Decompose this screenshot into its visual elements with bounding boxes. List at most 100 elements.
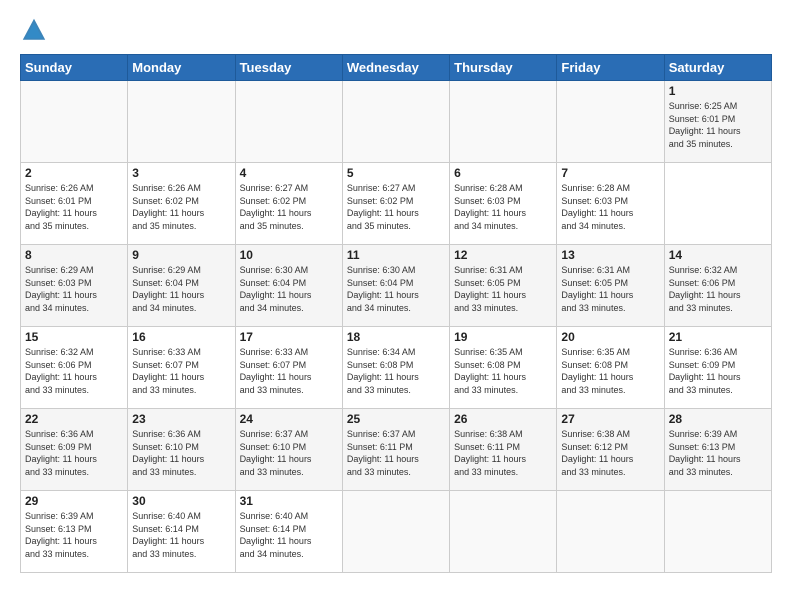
day-number: 14 [669, 248, 767, 262]
table-row [557, 491, 664, 573]
day-number: 2 [25, 166, 123, 180]
day-info: Sunrise: 6:37 AM Sunset: 6:10 PM Dayligh… [240, 428, 338, 478]
calendar-week-row: 8Sunrise: 6:29 AM Sunset: 6:03 PM Daylig… [21, 245, 772, 327]
table-row: 10 Sunrise: 6:30 AM Sunset: 6:04 PM Dayli… [235, 245, 342, 327]
day-info: Sunrise: 6:26 AM Sunset: 6:01 PM Dayligh… [25, 182, 123, 232]
day-info: Sunrise: 6:31 AM Sunset: 6:05 PM Dayligh… [454, 264, 552, 314]
table-row: 6Sunrise: 6:28 AM Sunset: 6:03 PM Daylig… [450, 163, 557, 245]
day-info: Sunrise: 6:36 AM Sunset: 6:10 PM Dayligh… [132, 428, 230, 478]
day-number: 15 [25, 330, 123, 344]
table-row: 1 Sunrise: 6:25 AM Sunset: 6:01 PM Daylig… [664, 81, 771, 163]
table-row: 25 Sunrise: 6:37 AM Sunset: 6:11 PM Dayli… [342, 409, 449, 491]
table-row: 31 Sunrise: 6:40 AM Sunset: 6:14 PM Dayli… [235, 491, 342, 573]
day-info: Sunrise: 6:40 AM Sunset: 6:14 PM Dayligh… [240, 510, 338, 560]
table-row: 14 Sunrise: 6:32 AM Sunset: 6:06 PM Dayli… [664, 245, 771, 327]
table-row [235, 81, 342, 163]
day-number: 4 [240, 166, 338, 180]
day-info: Sunrise: 6:25 AM Sunset: 6:01 PM Dayligh… [669, 100, 767, 150]
day-number: 7 [561, 166, 659, 180]
day-info: Sunrise: 6:38 AM Sunset: 6:11 PM Dayligh… [454, 428, 552, 478]
day-info: Sunrise: 6:39 AM Sunset: 6:13 PM Dayligh… [25, 510, 123, 560]
day-info: Sunrise: 6:40 AM Sunset: 6:14 PM Dayligh… [132, 510, 230, 560]
logo [20, 16, 52, 44]
day-info: Sunrise: 6:32 AM Sunset: 6:06 PM Dayligh… [669, 264, 767, 314]
table-row: 16 Sunrise: 6:33 AM Sunset: 6:07 PM Dayli… [128, 327, 235, 409]
table-row [450, 491, 557, 573]
col-monday: Monday [128, 55, 235, 81]
day-number: 19 [454, 330, 552, 344]
table-row: 2 Sunrise: 6:26 AM Sunset: 6:01 PM Daylig… [21, 163, 128, 245]
day-number: 20 [561, 330, 659, 344]
calendar-week-row: 15Sunrise: 6:32 AM Sunset: 6:06 PM Dayli… [21, 327, 772, 409]
table-row: 28 Sunrise: 6:39 AM Sunset: 6:13 PM Dayli… [664, 409, 771, 491]
day-number: 25 [347, 412, 445, 426]
calendar-week-row: 29 Sunrise: 6:39 AM Sunset: 6:13 PM Dayli… [21, 491, 772, 573]
table-row: 7 Sunrise: 6:28 AM Sunset: 6:03 PM Daylig… [557, 163, 664, 245]
col-thursday: Thursday [450, 55, 557, 81]
day-number: 16 [132, 330, 230, 344]
day-info: Sunrise: 6:39 AM Sunset: 6:13 PM Dayligh… [669, 428, 767, 478]
day-number: 5 [347, 166, 445, 180]
day-number: 17 [240, 330, 338, 344]
table-row [664, 491, 771, 573]
day-number: 18 [347, 330, 445, 344]
table-row: 24Sunrise: 6:37 AM Sunset: 6:10 PM Dayli… [235, 409, 342, 491]
day-number: 22 [25, 412, 123, 426]
col-tuesday: Tuesday [235, 55, 342, 81]
table-row: 19 Sunrise: 6:35 AM Sunset: 6:08 PM Dayli… [450, 327, 557, 409]
calendar: Sunday Monday Tuesday Wednesday Thursday… [20, 54, 772, 573]
day-number: 13 [561, 248, 659, 262]
table-row: 26 Sunrise: 6:38 AM Sunset: 6:11 PM Dayli… [450, 409, 557, 491]
day-info: Sunrise: 6:30 AM Sunset: 6:04 PM Dayligh… [347, 264, 445, 314]
day-info: Sunrise: 6:36 AM Sunset: 6:09 PM Dayligh… [25, 428, 123, 478]
calendar-week-row: 2 Sunrise: 6:26 AM Sunset: 6:01 PM Daylig… [21, 163, 772, 245]
day-info: Sunrise: 6:33 AM Sunset: 6:07 PM Dayligh… [132, 346, 230, 396]
day-info: Sunrise: 6:26 AM Sunset: 6:02 PM Dayligh… [132, 182, 230, 232]
col-saturday: Saturday [664, 55, 771, 81]
table-row: 27Sunrise: 6:38 AM Sunset: 6:12 PM Dayli… [557, 409, 664, 491]
calendar-week-row: 1 Sunrise: 6:25 AM Sunset: 6:01 PM Daylig… [21, 81, 772, 163]
table-row [21, 81, 128, 163]
day-info: Sunrise: 6:35 AM Sunset: 6:08 PM Dayligh… [454, 346, 552, 396]
table-row [342, 491, 449, 573]
table-row: 8Sunrise: 6:29 AM Sunset: 6:03 PM Daylig… [21, 245, 128, 327]
day-number: 6 [454, 166, 552, 180]
table-row: 15Sunrise: 6:32 AM Sunset: 6:06 PM Dayli… [21, 327, 128, 409]
table-row: 20 Sunrise: 6:35 AM Sunset: 6:08 PM Dayli… [557, 327, 664, 409]
table-row: 21Sunrise: 6:36 AM Sunset: 6:09 PM Dayli… [664, 327, 771, 409]
day-number: 11 [347, 248, 445, 262]
day-number: 29 [25, 494, 123, 508]
day-number: 23 [132, 412, 230, 426]
page: Sunday Monday Tuesday Wednesday Thursday… [0, 0, 792, 583]
table-row [557, 81, 664, 163]
table-row: 22 Sunrise: 6:36 AM Sunset: 6:09 PM Dayli… [21, 409, 128, 491]
table-row: 17 Sunrise: 6:33 AM Sunset: 6:07 PM Dayli… [235, 327, 342, 409]
calendar-header-row: Sunday Monday Tuesday Wednesday Thursday… [21, 55, 772, 81]
table-row: 23 Sunrise: 6:36 AM Sunset: 6:10 PM Dayli… [128, 409, 235, 491]
day-info: Sunrise: 6:34 AM Sunset: 6:08 PM Dayligh… [347, 346, 445, 396]
table-row [450, 81, 557, 163]
day-number: 28 [669, 412, 767, 426]
table-row: 3Sunrise: 6:26 AM Sunset: 6:02 PM Daylig… [128, 163, 235, 245]
day-number: 1 [669, 84, 767, 98]
day-info: Sunrise: 6:27 AM Sunset: 6:02 PM Dayligh… [240, 182, 338, 232]
day-number: 27 [561, 412, 659, 426]
table-row: 9Sunrise: 6:29 AM Sunset: 6:04 PM Daylig… [128, 245, 235, 327]
day-info: Sunrise: 6:36 AM Sunset: 6:09 PM Dayligh… [669, 346, 767, 396]
day-number: 10 [240, 248, 338, 262]
day-number: 31 [240, 494, 338, 508]
table-row [128, 81, 235, 163]
day-info: Sunrise: 6:33 AM Sunset: 6:07 PM Dayligh… [240, 346, 338, 396]
day-info: Sunrise: 6:30 AM Sunset: 6:04 PM Dayligh… [240, 264, 338, 314]
table-row: 13Sunrise: 6:31 AM Sunset: 6:05 PM Dayli… [557, 245, 664, 327]
header [20, 16, 772, 44]
day-info: Sunrise: 6:28 AM Sunset: 6:03 PM Dayligh… [561, 182, 659, 232]
day-info: Sunrise: 6:29 AM Sunset: 6:03 PM Dayligh… [25, 264, 123, 314]
table-row: 5Sunrise: 6:27 AM Sunset: 6:02 PM Daylig… [342, 163, 449, 245]
day-info: Sunrise: 6:37 AM Sunset: 6:11 PM Dayligh… [347, 428, 445, 478]
table-row: 18 Sunrise: 6:34 AM Sunset: 6:08 PM Dayli… [342, 327, 449, 409]
day-number: 9 [132, 248, 230, 262]
table-row: 11 Sunrise: 6:30 AM Sunset: 6:04 PM Dayli… [342, 245, 449, 327]
day-number: 26 [454, 412, 552, 426]
day-info: Sunrise: 6:35 AM Sunset: 6:08 PM Dayligh… [561, 346, 659, 396]
